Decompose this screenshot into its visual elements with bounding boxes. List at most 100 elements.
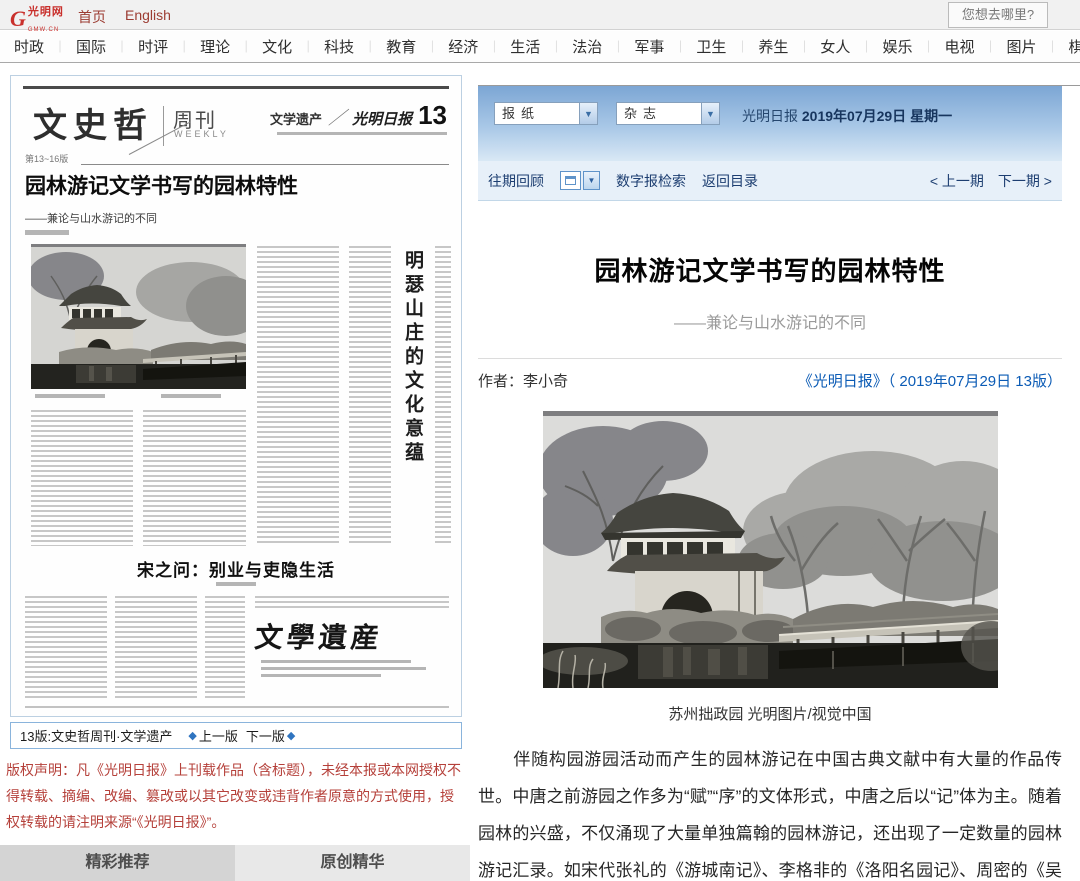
prev-diamond-icon: ◆	[188, 729, 196, 742]
page-nav-bar: 13版:文史哲周刊·文学遗产 ◆ 上一版 下一版 ◆	[10, 722, 462, 749]
article-body: 伴随构园游园活动而产生的园林游记在中国古典文献中有大量的作品传世。中唐之前游园之…	[478, 741, 1062, 881]
section-row: 文学遗产 ／ 光明日报 13	[270, 100, 447, 131]
prev-issue-link[interactable]: < 上一期	[930, 171, 984, 191]
paper-select[interactable]: 报纸 ▼	[494, 102, 598, 125]
nav-item[interactable]: 图片	[1007, 36, 1037, 57]
page-nav-label: 13版:文史哲周刊·文学遗产	[20, 726, 172, 745]
nav-separator: ｜	[488, 38, 500, 55]
article-source-link[interactable]: 《光明日报》（ 2019年07月29日 13版）	[798, 370, 1062, 391]
copyright-notice: 版权声明：凡《光明日报》上刊载作品（含标题），未经本报或本网授权不得转载、摘编、…	[6, 757, 466, 835]
preview-headline: 园林游记文学书写的园林特性	[25, 174, 341, 200]
chevron-down-icon[interactable]: ▼	[701, 103, 719, 124]
goto-select[interactable]: 您想去哪里?	[948, 2, 1048, 28]
nav-item[interactable]: 电视	[944, 36, 974, 57]
calendar-dropdown-icon[interactable]: ▼	[583, 171, 600, 190]
bottom-tabs: 精彩推荐 原创精华	[0, 845, 470, 881]
fake-text-column	[257, 246, 339, 546]
magazine-select-value: 杂志	[617, 103, 701, 124]
reader-toolbar: 往期回顾 ▼ 数字报检索 返回目录 < 上一期 下一期 >	[478, 161, 1062, 201]
newspaper-page: 文史哲 周刊 WEEKLY 文学遗产 ／ 光明日报 13 第13~16版 园林游…	[11, 76, 461, 716]
gmw-logo-g: G	[10, 6, 26, 32]
fake-text-line	[261, 674, 381, 677]
paper-masthead: 光明日报	[352, 108, 412, 129]
prev-page-link[interactable]: 上一版	[199, 726, 238, 745]
nav-separator: ｜	[736, 38, 748, 55]
past-issues-link[interactable]: 往期回顾	[488, 171, 544, 191]
calendar-icon[interactable]	[560, 171, 581, 190]
nav-separator: ｜	[178, 38, 190, 55]
nav-item[interactable]: 女人	[820, 36, 850, 57]
nav-item[interactable]: 军事	[634, 36, 664, 57]
fake-text-column	[25, 596, 107, 700]
nav-separator: ｜	[302, 38, 314, 55]
nav-item[interactable]: 生活	[510, 36, 540, 57]
nav-separator: ｜	[860, 38, 872, 55]
fake-text-line	[277, 132, 447, 135]
fake-author-line	[25, 230, 69, 235]
masthead-underline	[81, 164, 449, 165]
nav-separator: ｜	[240, 38, 252, 55]
nav-item[interactable]: 教育	[386, 36, 416, 57]
fake-caption-line	[35, 394, 105, 398]
nav-item[interactable]: 卫生	[696, 36, 726, 57]
fake-text-column	[205, 596, 245, 700]
tab-original[interactable]: 原创精华	[235, 845, 470, 881]
slash-decoration: ／	[328, 104, 346, 130]
nav-item[interactable]: 经济	[448, 36, 478, 57]
calendar-glyph	[565, 176, 576, 185]
nav-item[interactable]: 法治	[572, 36, 602, 57]
weekly-title: 文史哲	[33, 98, 153, 147]
reader-panel: 报纸 ▼ 杂志 ▼ 光明日报 2019年07月29日 星期一 往期回顾 ▼ 数字…	[478, 85, 1080, 881]
issue-date: 2019年07月29日 星期一	[802, 108, 952, 124]
nav-item[interactable]: 国际	[76, 36, 106, 57]
nav-item[interactable]: 娱乐	[882, 36, 912, 57]
side-vertical-headline: 明瑟山庄的文化意蕴	[399, 250, 426, 510]
pages-range: 第13~16版	[25, 152, 68, 165]
section-name: 文学遗产	[270, 109, 322, 128]
nav-separator: ｜	[798, 38, 810, 55]
article-subtitle: ——兼论与山水游记的不同	[478, 309, 1062, 333]
fake-bottom-line	[25, 706, 449, 708]
english-link[interactable]: English	[125, 7, 171, 23]
paper-date-line: 光明日报 2019年07月29日 星期一	[742, 106, 952, 126]
nav-item[interactable]: 时政	[14, 36, 44, 57]
photo-caption: 苏州拙政园 光明图片/视觉中国	[478, 703, 1062, 724]
magazine-select[interactable]: 杂志 ▼	[616, 102, 720, 125]
nav-item[interactable]: 文化	[262, 36, 292, 57]
nav-item[interactable]: 棋牌	[1069, 36, 1080, 57]
fake-text-column	[115, 596, 197, 700]
fake-text-column	[349, 246, 391, 546]
next-page-link[interactable]: 下一版	[246, 726, 285, 745]
nav-item[interactable]: 养生	[758, 36, 788, 57]
paper-name: 光明日报	[742, 108, 798, 124]
calligraphy-block: 文學遺産	[255, 616, 449, 702]
home-link[interactable]: 首页	[78, 7, 106, 27]
next-issue-link[interactable]: 下一期 >	[998, 171, 1052, 191]
tab-recommended[interactable]: 精彩推荐	[0, 845, 235, 881]
fake-text-line	[261, 660, 411, 663]
nav-separator: ｜	[984, 38, 996, 55]
fake-author-line	[216, 582, 256, 586]
back-to-toc-link[interactable]: 返回目录	[702, 171, 758, 191]
article-author: 作者：李小奇	[478, 370, 568, 391]
nav-separator: ｜	[116, 38, 128, 55]
preview-headline-sub: ——兼论与山水游记的不同	[25, 210, 157, 226]
nav-item[interactable]: 时评	[138, 36, 168, 57]
nav-item[interactable]: 科技	[324, 36, 354, 57]
nav-item[interactable]: 理论	[200, 36, 230, 57]
chevron-down-icon[interactable]: ▼	[579, 103, 597, 124]
newspaper-page-preview[interactable]: 文史哲 周刊 WEEKLY 文学遗产 ／ 光明日报 13 第13~16版 园林游…	[10, 75, 462, 717]
fake-text-line	[261, 667, 426, 670]
nav-separator: ｜	[54, 38, 66, 55]
fake-text-column	[435, 246, 451, 546]
article-title: 园林游记文学书写的园林特性	[478, 251, 1062, 288]
digital-search-link[interactable]: 数字报检索	[616, 171, 686, 191]
preview-garden-photo	[31, 244, 246, 389]
nav-separator: ｜	[550, 38, 562, 55]
mid-headline: 宋之问：别业与吏隐生活	[51, 556, 421, 581]
paper-select-value: 报纸	[495, 103, 579, 124]
page-number: 13	[418, 100, 447, 131]
next-diamond-icon: ◆	[287, 729, 295, 742]
article-garden-photo	[543, 411, 998, 688]
fake-caption-line	[161, 394, 221, 398]
